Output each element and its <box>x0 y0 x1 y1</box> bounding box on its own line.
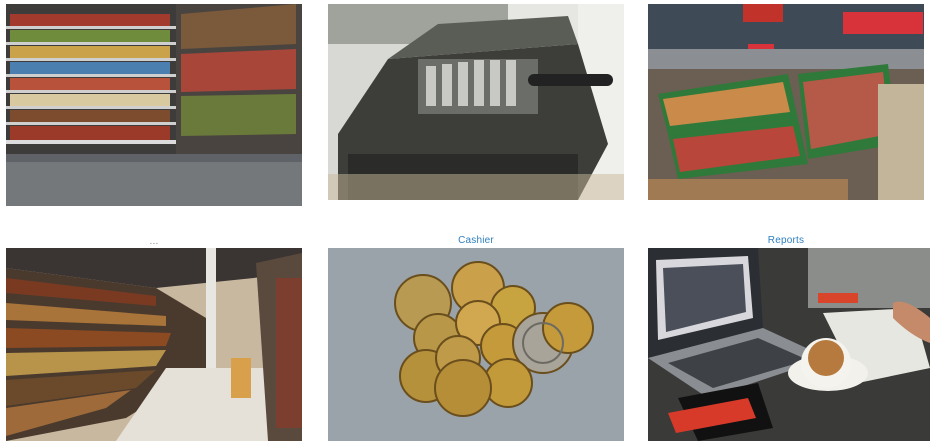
tile-supermarket-aisle[interactable] <box>6 4 302 206</box>
tile-cash-register[interactable] <box>328 4 624 200</box>
tile-caption[interactable]: Reports <box>638 235 930 247</box>
laptop-coffee-photo <box>648 248 930 441</box>
supermarket-shelves-photo <box>6 4 302 206</box>
store-aisle-photo <box>6 248 302 441</box>
vintage-cash-register-photo <box>328 4 624 200</box>
tile-caption: ... <box>149 236 159 247</box>
tile-cashier[interactable] <box>328 248 624 441</box>
tile-store-aisle[interactable] <box>6 248 302 441</box>
tile-produce-market[interactable] <box>648 4 924 200</box>
tile-caption[interactable]: Cashier <box>328 235 624 247</box>
coins-photo <box>328 248 624 441</box>
tile-reports[interactable] <box>648 248 930 441</box>
produce-stands-photo <box>648 4 924 200</box>
